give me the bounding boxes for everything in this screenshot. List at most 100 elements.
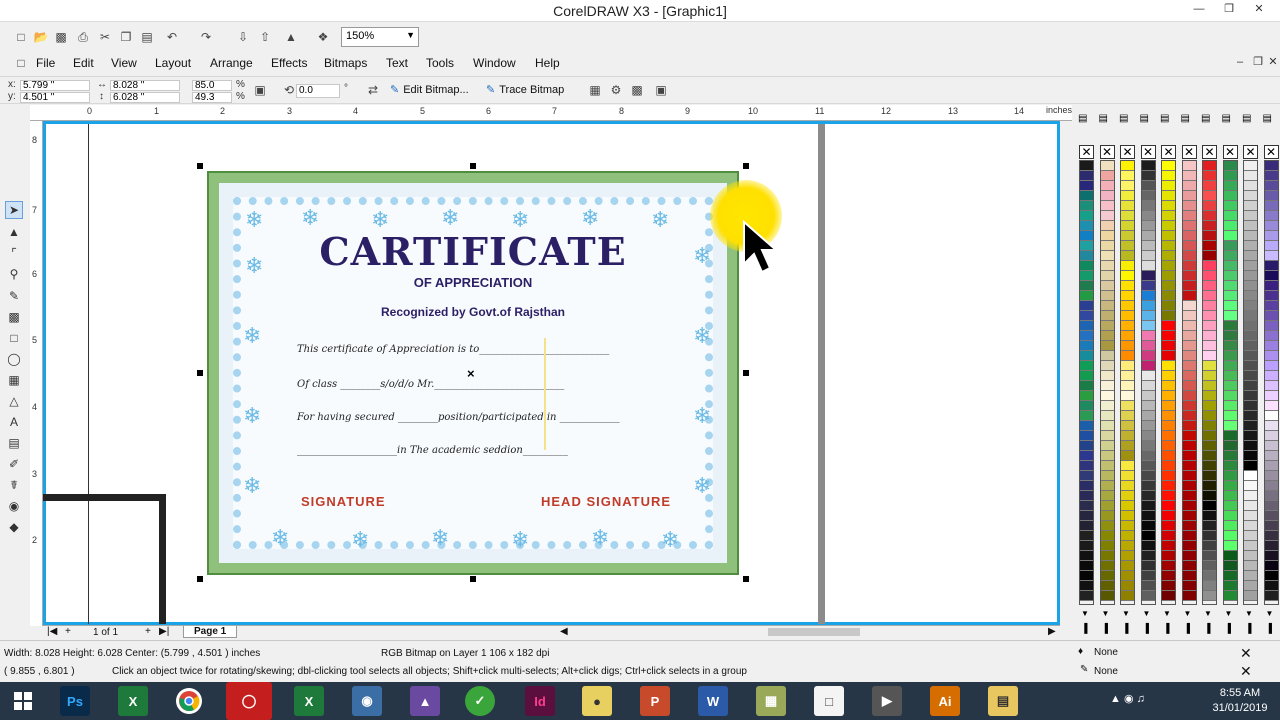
color-swatch[interactable] xyxy=(1182,211,1196,221)
color-swatch[interactable] xyxy=(1182,241,1196,251)
color-swatch[interactable] xyxy=(1203,451,1216,461)
color-swatch[interactable] xyxy=(1264,451,1278,461)
color-swatch[interactable] xyxy=(1182,161,1196,171)
palette-scroll-down-icon[interactable]: ▼ xyxy=(1245,609,1253,618)
color-swatch[interactable] xyxy=(1100,391,1114,401)
rectangle-tool-icon[interactable]: □ xyxy=(5,329,23,347)
color-swatch[interactable] xyxy=(1141,351,1155,361)
y-position-field[interactable]: 4.501 " xyxy=(20,92,90,103)
color-swatch[interactable] xyxy=(1080,361,1093,371)
selection-handle-bottom-right[interactable] xyxy=(743,576,749,582)
color-swatch[interactable] xyxy=(1182,551,1196,561)
height-field[interactable]: 6.028 " xyxy=(110,92,180,103)
color-swatch[interactable] xyxy=(1264,431,1278,441)
edit-bitmap-button[interactable]: ✎ Edit Bitmap... xyxy=(390,83,469,97)
interactive-fill-tool-icon[interactable]: ◆ xyxy=(5,518,23,536)
color-swatch[interactable] xyxy=(1223,301,1237,311)
doc-minimize-button[interactable]: – xyxy=(1232,55,1248,71)
color-swatch[interactable] xyxy=(1223,381,1237,391)
text-tool-icon[interactable]: A xyxy=(5,413,23,431)
palette-flyout-icon[interactable]: ▐ xyxy=(1184,623,1190,633)
zoom-level-select[interactable]: 150% ▼ xyxy=(341,27,419,47)
color-swatch[interactable] xyxy=(1223,441,1237,451)
color-swatch[interactable] xyxy=(1162,571,1175,581)
color-swatch[interactable] xyxy=(1223,211,1237,221)
color-swatch[interactable] xyxy=(1162,391,1175,401)
color-swatch[interactable] xyxy=(1121,211,1134,221)
color-swatch[interactable] xyxy=(1162,251,1175,261)
color-swatch[interactable] xyxy=(1162,451,1175,461)
no-color-swatch[interactable]: ✕ xyxy=(1140,145,1156,159)
archive-icon[interactable]: ▦ xyxy=(756,686,786,716)
color-swatch[interactable] xyxy=(1121,411,1134,421)
color-swatch[interactable] xyxy=(1264,161,1278,171)
color-swatch[interactable] xyxy=(1121,541,1134,551)
color-swatch[interactable] xyxy=(1121,301,1134,311)
palette-flyout-icon[interactable]: ▐ xyxy=(1163,623,1169,633)
color-swatch[interactable] xyxy=(1121,491,1134,501)
selection-handle-right[interactable] xyxy=(743,370,749,376)
color-swatch[interactable] xyxy=(1162,291,1175,301)
no-color-swatch[interactable]: ✕ xyxy=(1079,145,1094,159)
color-swatch[interactable] xyxy=(1223,511,1237,521)
rotation-field[interactable]: 0.0 xyxy=(296,84,340,98)
scroll-right-icon[interactable]: ▶ xyxy=(1048,626,1056,637)
color-swatch[interactable] xyxy=(1244,381,1257,391)
color-swatch[interactable] xyxy=(1244,481,1257,491)
color-swatch[interactable] xyxy=(1264,281,1278,291)
recorder-icon[interactable]: ◯ xyxy=(226,682,272,720)
color-swatch[interactable] xyxy=(1264,591,1278,601)
color-swatch[interactable] xyxy=(1162,561,1175,571)
color-swatch[interactable] xyxy=(1203,341,1216,351)
first-page-icon[interactable]: |◀ xyxy=(47,626,57,637)
color-swatch[interactable] xyxy=(1264,391,1278,401)
color-swatch[interactable] xyxy=(1244,261,1257,271)
color-swatch[interactable] xyxy=(1182,491,1196,501)
color-swatch[interactable] xyxy=(1244,301,1257,311)
color-swatch[interactable] xyxy=(1080,281,1093,291)
color-swatch[interactable] xyxy=(1244,341,1257,351)
color-swatch[interactable] xyxy=(1100,411,1114,421)
color-swatch[interactable] xyxy=(1264,201,1278,211)
color-swatch[interactable] xyxy=(1203,431,1216,441)
color-swatch[interactable] xyxy=(1223,331,1237,341)
color-swatch[interactable] xyxy=(1141,241,1155,251)
color-swatch[interactable] xyxy=(1100,191,1114,201)
color-swatch[interactable] xyxy=(1223,221,1237,231)
color-swatch[interactable] xyxy=(1100,501,1114,511)
color-swatch[interactable] xyxy=(1223,591,1237,601)
color-swatch[interactable] xyxy=(1244,211,1257,221)
color-swatch[interactable] xyxy=(1100,171,1114,181)
menu-bitmaps[interactable]: Bitmaps xyxy=(324,56,367,70)
color-swatch[interactable] xyxy=(1244,571,1257,581)
no-color-swatch[interactable]: ✕ xyxy=(1202,145,1217,159)
selection-handle-top[interactable] xyxy=(470,163,476,169)
color-swatch[interactable] xyxy=(1203,441,1216,451)
color-swatch[interactable] xyxy=(1121,431,1134,441)
color-swatch[interactable] xyxy=(1203,391,1216,401)
palette-flyout-icon[interactable]: ▐ xyxy=(1225,623,1231,633)
color-swatch[interactable] xyxy=(1223,541,1237,551)
coreldraw-icon[interactable]: ✓ xyxy=(465,686,495,716)
color-swatch[interactable] xyxy=(1080,191,1093,201)
color-swatch[interactable] xyxy=(1244,511,1257,521)
indesign-icon[interactable]: Id xyxy=(525,686,555,716)
color-swatch[interactable] xyxy=(1141,321,1155,331)
color-swatch[interactable] xyxy=(1182,401,1196,411)
center-marker-icon[interactable]: × xyxy=(467,366,475,381)
color-swatch[interactable] xyxy=(1203,411,1216,421)
color-swatch[interactable] xyxy=(1080,311,1093,321)
color-swatch[interactable] xyxy=(1121,241,1134,251)
video-camera-icon[interactable]: ▶ xyxy=(872,686,902,716)
color-swatch[interactable] xyxy=(1264,341,1278,351)
color-swatch[interactable] xyxy=(1141,521,1155,531)
color-swatch[interactable] xyxy=(1264,581,1278,591)
color-swatch[interactable] xyxy=(1264,481,1278,491)
scale-y-field[interactable]: 49.3 xyxy=(192,92,232,103)
color-swatch[interactable] xyxy=(1244,561,1257,571)
color-swatch[interactable] xyxy=(1264,181,1278,191)
color-swatch[interactable] xyxy=(1162,581,1175,591)
color-swatch[interactable] xyxy=(1223,341,1237,351)
color-swatch[interactable] xyxy=(1182,561,1196,571)
color-swatch[interactable] xyxy=(1141,211,1155,221)
